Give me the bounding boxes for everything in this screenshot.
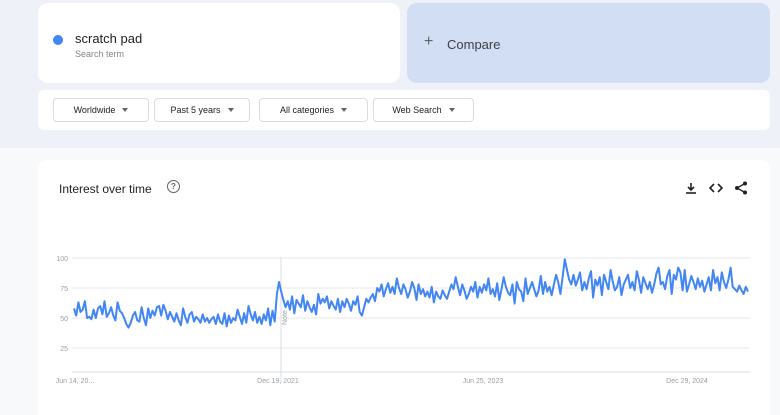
x-tick-label: Dec 29, 2024 bbox=[666, 378, 708, 385]
caret-down-icon bbox=[448, 108, 455, 112]
chart-annotation[interactable]: Note bbox=[282, 310, 289, 325]
caret-down-icon bbox=[227, 108, 234, 112]
plus-icon: + bbox=[424, 33, 434, 50]
filter-location[interactable]: Worldwide bbox=[53, 98, 149, 122]
filter-time-range[interactable]: Past 5 years bbox=[154, 98, 250, 122]
filter-time-range-label: Past 5 years bbox=[170, 105, 221, 115]
y-tick-label: 50 bbox=[60, 316, 68, 323]
caret-down-icon bbox=[341, 108, 348, 112]
filter-bar: Worldwide Past 5 years All categories We… bbox=[38, 90, 770, 130]
interest-over-time-card: Interest over time ? 100 75 50 25 Jun 14, 2… bbox=[38, 160, 770, 415]
series-color-dot bbox=[53, 35, 63, 45]
interest-chart: 100 75 50 25 Jun 14, 20... Dec 19, 2021 Jun 2… bbox=[56, 256, 750, 385]
search-term-name[interactable]: scratch pad bbox=[75, 31, 142, 46]
y-tick-label: 25 bbox=[60, 346, 68, 353]
x-tick-label: Dec 19, 2021 bbox=[257, 378, 299, 385]
filter-search-type-label: Web Search bbox=[392, 105, 442, 115]
y-tick-label: 75 bbox=[60, 286, 68, 293]
caret-down-icon bbox=[122, 108, 129, 112]
filter-category[interactable]: All categories bbox=[259, 98, 368, 122]
y-tick-label: 100 bbox=[56, 256, 68, 263]
x-tick-label: Jun 25, 2023 bbox=[463, 378, 504, 385]
filter-search-type[interactable]: Web Search bbox=[373, 98, 474, 122]
search-term-subtitle: Search term bbox=[75, 49, 125, 59]
search-term-card[interactable]: scratch pad Search term bbox=[38, 3, 400, 83]
filter-location-label: Worldwide bbox=[73, 105, 116, 115]
compare-button[interactable]: + Compare bbox=[407, 3, 770, 83]
x-tick-label: Jun 14, 20... bbox=[56, 378, 95, 385]
series-line bbox=[73, 258, 749, 329]
filter-category-label: All categories bbox=[279, 105, 335, 115]
compare-label: Compare bbox=[447, 37, 501, 52]
